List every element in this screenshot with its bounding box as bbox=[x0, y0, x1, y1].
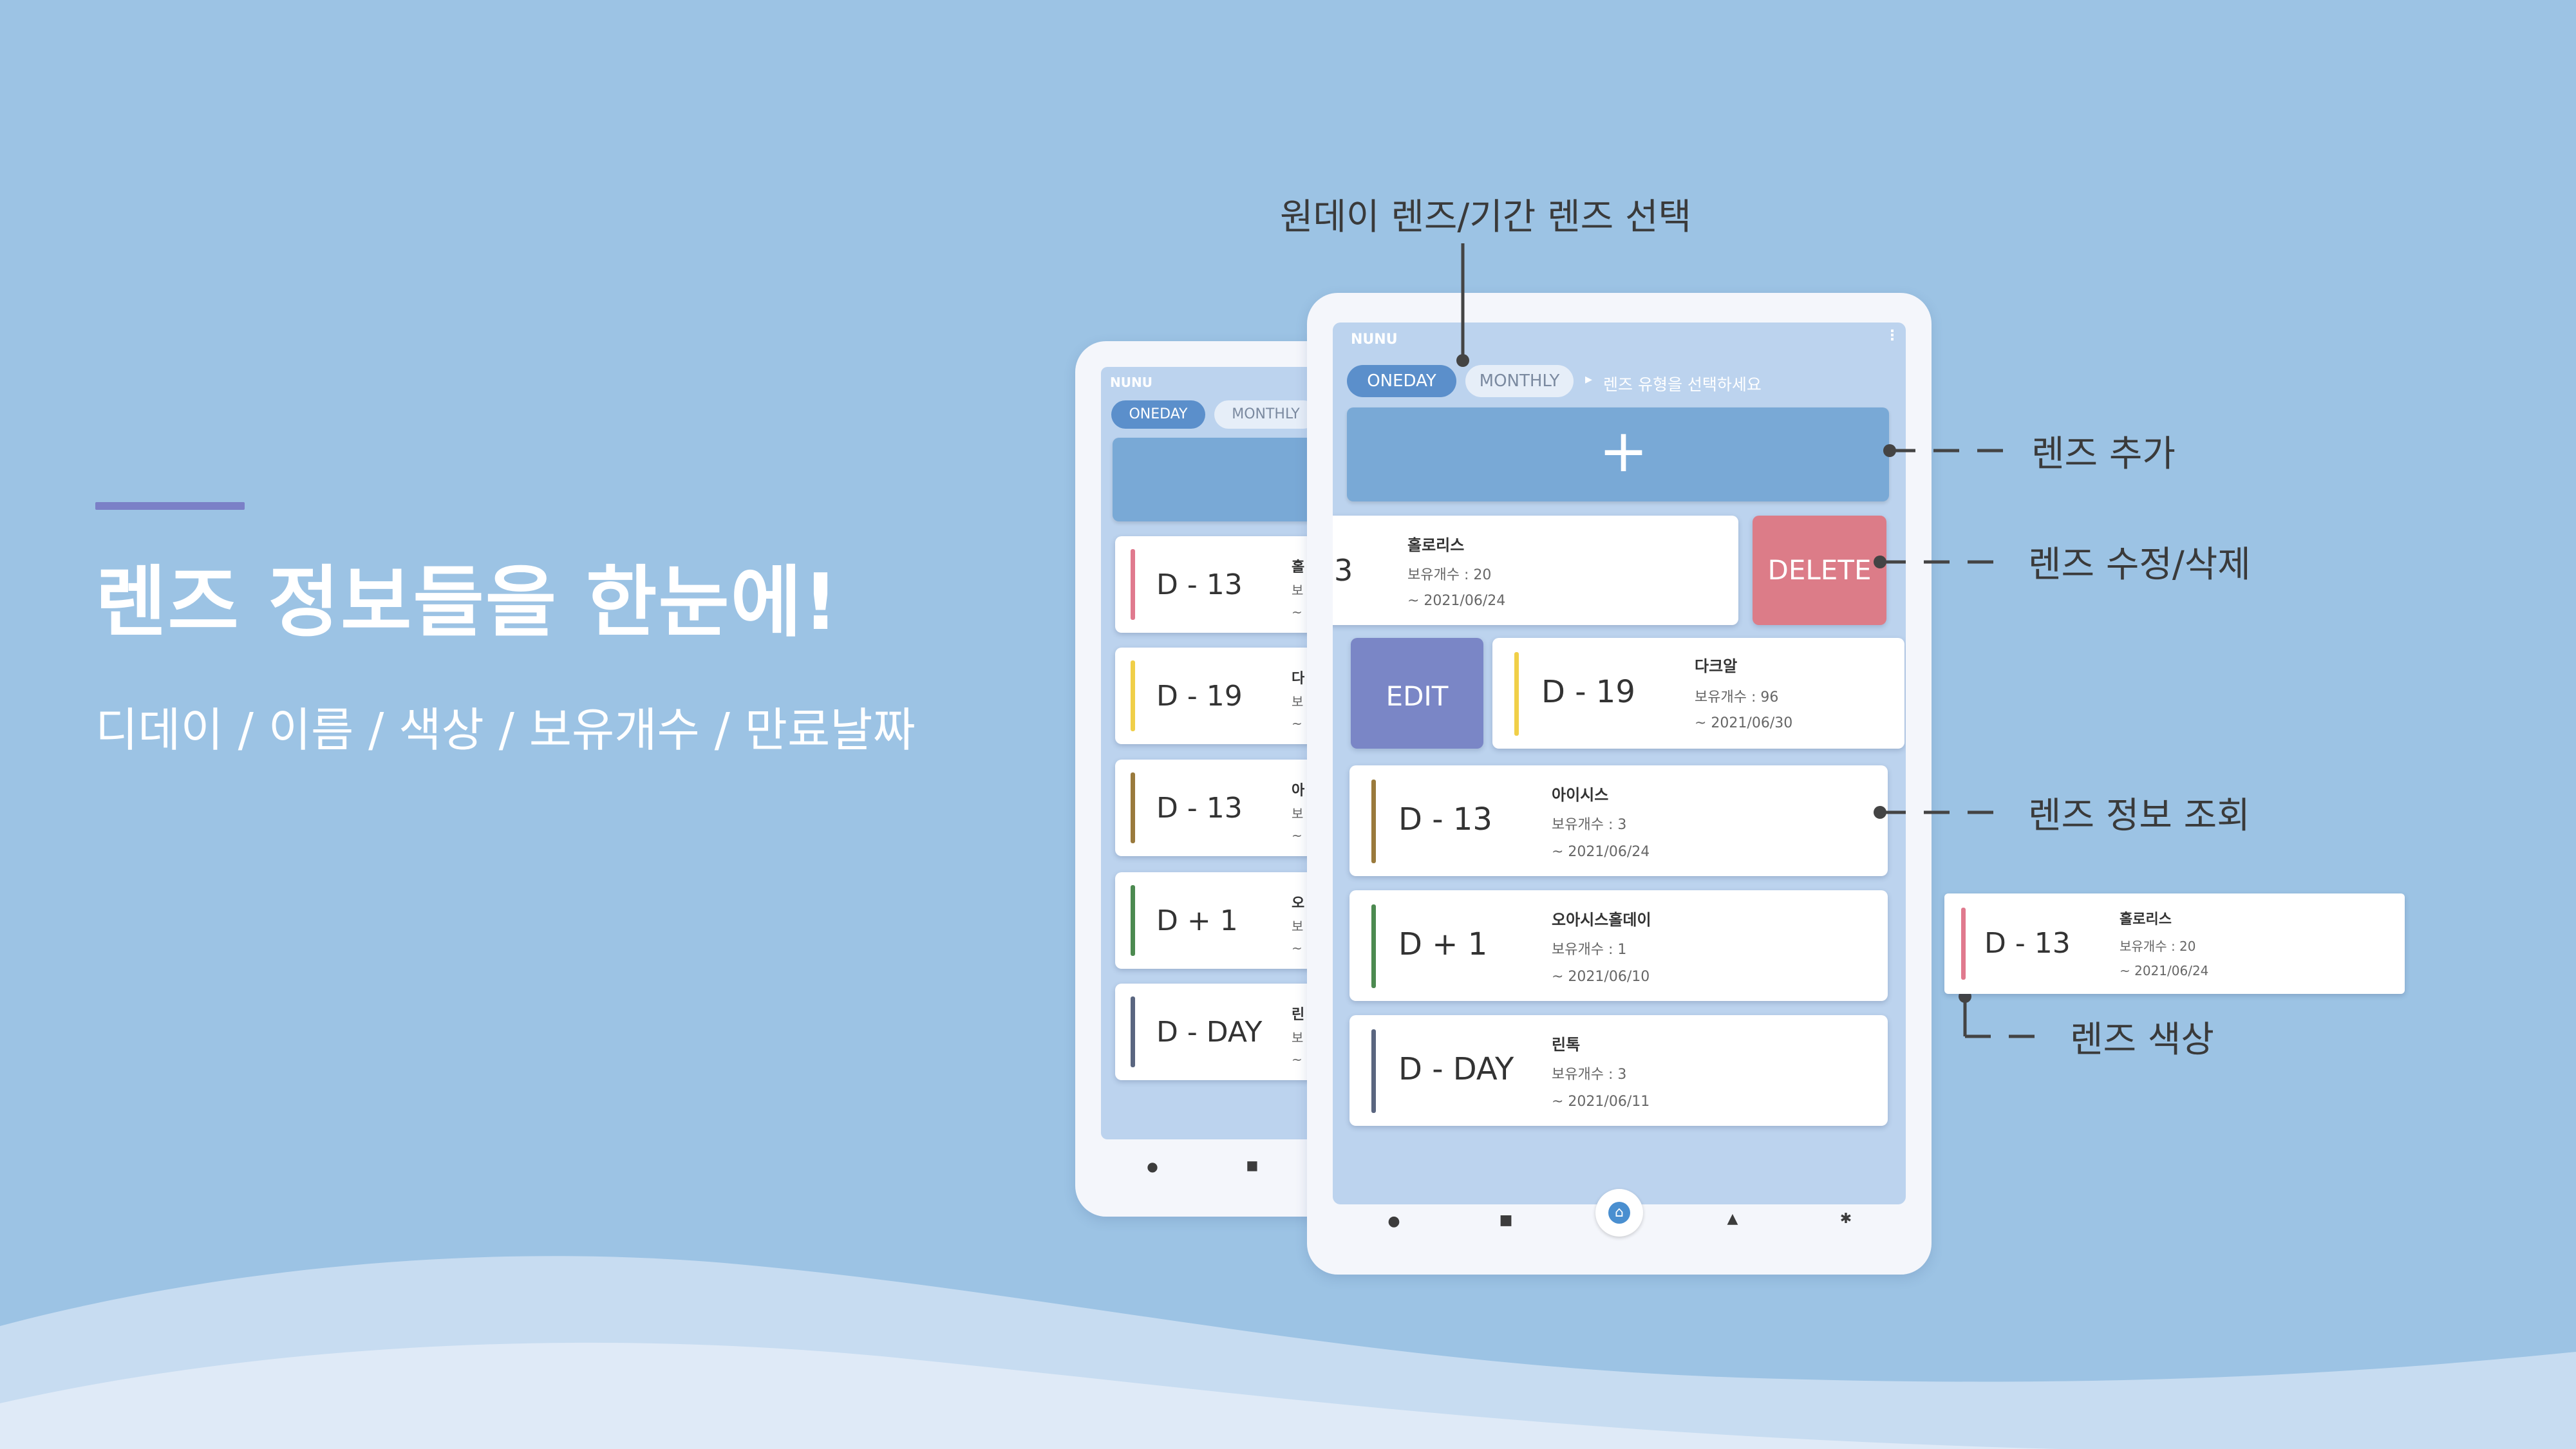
lens-name: 홀로리스 bbox=[2120, 911, 2172, 928]
annotation-type-select: 원데이 렌즈/기간 렌즈 선택 bbox=[1280, 196, 1691, 238]
annotation-add: 렌즈 추가 bbox=[2031, 433, 2176, 475]
annotation-view-info: 렌즈 정보 조회 bbox=[2028, 795, 2250, 837]
lens-color-stripe bbox=[1961, 908, 1966, 980]
lens-count: 보유개수 : 20 bbox=[2120, 939, 2196, 954]
lens-expiry: ~ 2021/06/24 bbox=[2120, 963, 2209, 978]
annotation-edit-delete: 렌즈 수정/삭제 bbox=[2028, 544, 2251, 586]
lens-dday: D - 13 bbox=[1984, 927, 2071, 960]
zoomed-lens-card: D - 13 홀로리스 보유개수 : 20 ~ 2021/06/24 bbox=[1944, 893, 2405, 994]
annotation-color: 렌즈 색상 bbox=[2070, 1019, 2214, 1061]
